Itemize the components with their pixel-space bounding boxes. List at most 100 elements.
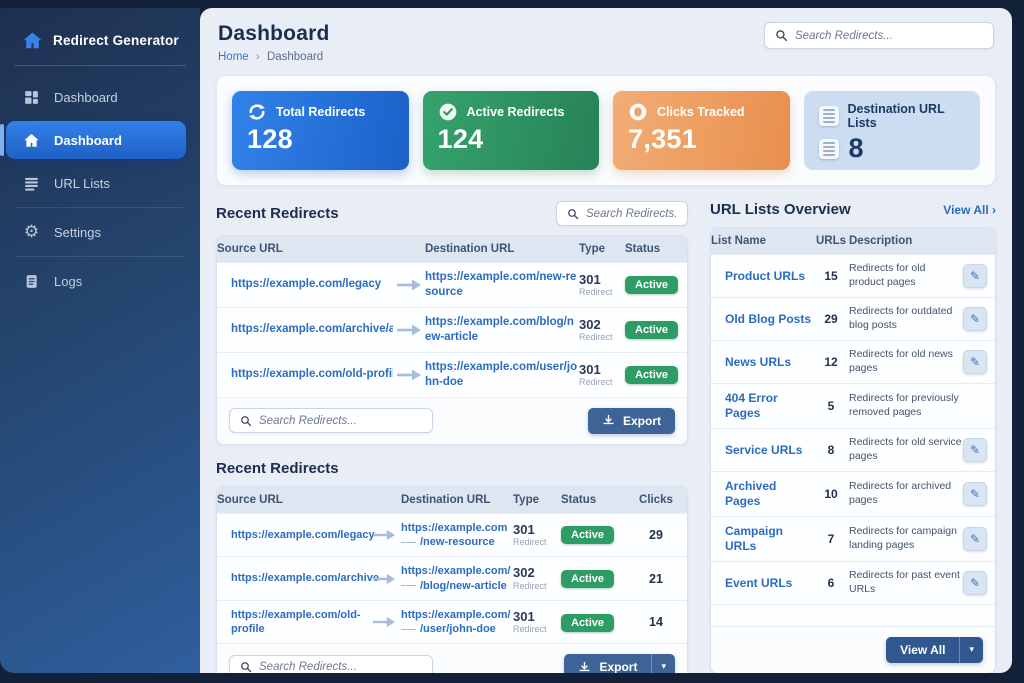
table1-footer-search[interactable] <box>229 408 433 433</box>
edit-icon[interactable]: ✎ <box>963 307 987 331</box>
sidebar-item-label: Settings <box>54 225 101 240</box>
list-description: Redirects for past event URLs <box>849 562 963 603</box>
destination-url-link[interactable]: https://example.com /new-resource <box>401 514 513 557</box>
divider <box>16 207 184 208</box>
click-icon <box>628 102 648 122</box>
source-url-link[interactable]: https://example.com/archive/article <box>217 315 393 344</box>
list-item: Event URLs 6 Redirects for past event UR… <box>711 561 995 604</box>
edit-icon[interactable]: ✎ <box>963 438 987 462</box>
list-name-link[interactable]: News URLs <box>711 348 813 377</box>
table-row: https://example.com/old-profile https://… <box>217 352 687 397</box>
sidebar-item-dashboard-1[interactable]: Dashboard <box>0 78 200 116</box>
url-count: 10 <box>813 487 849 501</box>
stat-card-clicks-tracked: Clicks Tracked 7,351 <box>613 91 790 170</box>
arrow-right-icon <box>393 279 425 291</box>
source-url-link[interactable]: https://example.com/legacy <box>217 270 393 299</box>
clicks-count: 21 <box>623 572 688 586</box>
list-name-link[interactable]: Archived Pages <box>711 472 813 516</box>
source-url-link[interactable]: https://example.com/old-profile <box>217 360 393 389</box>
list-item: 404 Error Pages 5 Redirects for previous… <box>711 383 995 428</box>
table1-search[interactable] <box>556 201 688 226</box>
app-logo: Redirect Generator <box>0 20 200 65</box>
stat-label: Total Redirects <box>276 105 365 119</box>
list-name-link[interactable]: Service URLs <box>711 436 813 465</box>
sidebar-item-settings[interactable]: ⚙ Settings <box>0 213 200 251</box>
table-row: https://example.com/archive/article http… <box>217 307 687 352</box>
sidebar-item-logs[interactable]: Logs <box>0 262 200 300</box>
source-url-link[interactable]: https://example.com/old-profile <box>217 601 367 644</box>
redirect-type: 302Redirect <box>579 318 625 342</box>
spacer-row <box>711 604 995 626</box>
url-count: 7 <box>813 532 849 546</box>
column-header: Destination URL <box>401 487 513 513</box>
list-name-link[interactable]: Campaign URLs <box>711 517 813 561</box>
destination-url-link[interactable]: https://example.com/new-resource <box>425 263 579 307</box>
column-header: Type <box>513 487 561 513</box>
status-badge: Active <box>625 321 678 339</box>
redirect-type: 302Redirect <box>513 566 561 590</box>
breadcrumb: Home › Dashboard <box>218 51 330 63</box>
divider <box>14 65 186 66</box>
sidebar-item-label: URL Lists <box>54 176 110 191</box>
destination-url-link[interactable]: https://example.com/user/john-doe <box>425 353 579 397</box>
chevron-down-icon[interactable]: ▾ <box>651 654 675 673</box>
destination-url-link[interactable]: https://example.com/blog/new-article <box>425 308 579 352</box>
wrap-connector <box>401 585 416 586</box>
table1-search-input[interactable] <box>586 208 677 220</box>
table-footer: Export <box>217 397 687 444</box>
table1-footer-search-input[interactable] <box>259 415 422 427</box>
wrap-connector <box>401 629 416 630</box>
list-icon <box>819 106 839 126</box>
list-item: Product URLs 15 Redirects for old produc… <box>711 254 995 297</box>
edit-icon[interactable]: ✎ <box>963 482 987 506</box>
list-name-link[interactable]: 404 Error Pages <box>711 384 813 428</box>
edit-icon[interactable]: ✎ <box>963 527 987 551</box>
table-header: Source URL Destination URL Type Status <box>217 236 687 262</box>
destination-url-link[interactable]: https://example.com/ /blog/new-article <box>401 557 513 600</box>
chevron-down-icon[interactable]: ▾ <box>959 637 983 663</box>
main-content: Dashboard Home › Dashboard <box>200 8 1012 673</box>
recent-redirects-table-2: Source URL Destination URL Type Status C… <box>216 486 688 673</box>
search-icon <box>240 415 252 427</box>
sidebar-item-label: Dashboard <box>54 90 118 105</box>
redirect-type: 301Redirect <box>579 363 625 387</box>
url-count: 12 <box>813 355 849 369</box>
list-name-link[interactable]: Old Blog Posts <box>711 305 813 334</box>
destination-url-link[interactable]: https://example.com/ /user/john-doe <box>401 601 513 644</box>
page-title: Dashboard <box>218 22 330 46</box>
table2-footer-search[interactable] <box>229 655 433 673</box>
source-url-link[interactable]: https://example.com/archive <box>217 564 367 592</box>
divider <box>16 256 184 257</box>
section-title-recent-redirects-1: Recent Redirects <box>216 205 339 222</box>
stat-card-destination-url-lists: Destination URL Lists 8 <box>804 91 981 170</box>
breadcrumb-home-link[interactable]: Home <box>218 51 249 63</box>
view-all-link[interactable]: View All › <box>943 203 996 217</box>
check-circle-icon <box>438 102 458 122</box>
column-header: Source URL <box>217 487 367 513</box>
source-url-link[interactable]: https://example.com/legacy <box>217 521 367 549</box>
list-name-link[interactable]: Event URLs <box>711 569 813 598</box>
breadcrumb-current: Dashboard <box>267 51 323 63</box>
sidebar-item-url-lists[interactable]: URL Lists <box>0 164 200 202</box>
table2-footer-search-input[interactable] <box>259 661 422 673</box>
sidebar-item-label: Dashboard <box>54 133 122 148</box>
url-count: 5 <box>813 399 849 413</box>
export-button[interactable]: Export <box>588 408 675 434</box>
table-row: https://example.com/archive https://exam… <box>217 556 687 600</box>
arrow-right-icon <box>367 616 401 628</box>
edit-icon[interactable]: ✎ <box>963 571 987 595</box>
global-search-input[interactable] <box>795 30 983 42</box>
edit-icon[interactable]: ✎ <box>963 264 987 288</box>
stat-value: 124 <box>438 125 585 155</box>
table-header: List Name URLs Description <box>711 228 995 254</box>
view-all-split-button[interactable]: View All ▾ <box>886 637 983 663</box>
global-search[interactable] <box>764 22 994 49</box>
sidebar-item-dashboard-2[interactable]: Dashboard <box>6 121 186 159</box>
column-header: Description <box>849 228 963 254</box>
search-icon <box>775 29 788 42</box>
recent-redirects-table-1: Source URL Destination URL Type Status h… <box>216 235 688 445</box>
status-badge: Active <box>561 614 614 632</box>
edit-icon[interactable]: ✎ <box>963 350 987 374</box>
export-split-button[interactable]: Export ▾ <box>564 654 675 673</box>
list-name-link[interactable]: Product URLs <box>711 262 813 291</box>
